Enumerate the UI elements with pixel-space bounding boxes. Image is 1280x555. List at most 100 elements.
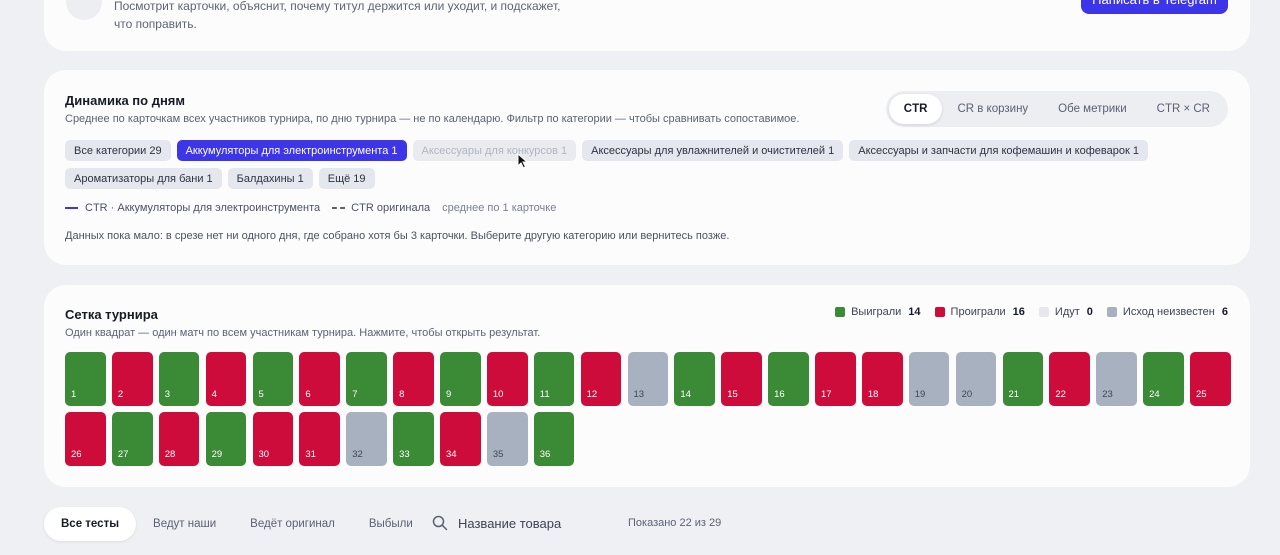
match-tile[interactable]: 14 <box>674 352 716 406</box>
match-tile[interactable]: 31 <box>299 412 341 466</box>
empty-data-note: Данных пока мало: в срезе нет ни одного … <box>65 230 730 242</box>
match-tile[interactable]: 6 <box>299 352 341 406</box>
match-tile[interactable]: 15 <box>721 352 762 406</box>
match-tile[interactable]: 8 <box>393 352 434 406</box>
match-tile[interactable]: 10 <box>486 352 528 406</box>
tab-ours-leading[interactable]: Ведут наши <box>136 507 233 541</box>
match-number: 21 <box>1008 389 1020 400</box>
match-tile[interactable]: 17 <box>815 352 856 406</box>
match-tile[interactable]: 4 <box>205 352 247 406</box>
solid-line-swatch <box>65 207 78 209</box>
grid-subtitle: Один квадрат — один матч по всем участни… <box>65 327 541 339</box>
category-chip: Аксессуары для конкурсов 1 <box>412 140 577 161</box>
status-label: Исход неизвестен <box>1122 306 1215 318</box>
category-chip[interactable]: Аккумуляторы для электроинструмента 1 <box>176 140 407 161</box>
match-number: 15 <box>727 389 738 400</box>
match-tile[interactable]: 24 <box>1143 352 1184 406</box>
metric-tab-ctr[interactable]: CTR <box>888 94 943 124</box>
match-number: 16 <box>774 389 785 400</box>
product-search <box>432 515 608 531</box>
match-number: 14 <box>680 389 691 400</box>
metric-switcher: CTR CR в корзину Обе метрики CTR × CR <box>885 91 1228 127</box>
match-tile[interactable]: 9 <box>440 352 481 406</box>
match-tile[interactable]: 28 <box>158 412 200 466</box>
match-number: 23 <box>1102 389 1113 400</box>
match-tile[interactable]: 27 <box>111 412 153 466</box>
status-count: 14 <box>908 306 921 318</box>
match-tile[interactable]: 2 <box>111 352 153 406</box>
match-number: 32 <box>352 449 363 460</box>
match-number: 33 <box>399 449 410 460</box>
match-tile[interactable]: 18 <box>861 352 903 406</box>
grid-title: Сетка турнира <box>65 307 158 322</box>
match-tile[interactable]: 7 <box>346 352 387 406</box>
status-count: 16 <box>1012 306 1025 318</box>
metric-tab-cr-cart[interactable]: CR в корзину <box>942 94 1043 124</box>
match-tile[interactable]: 19 <box>908 352 950 406</box>
match-tile[interactable]: 30 <box>252 412 294 466</box>
match-number: 36 <box>539 449 551 460</box>
match-number: 3 <box>164 389 171 400</box>
match-tile[interactable]: 32 <box>346 412 387 466</box>
match-number: 13 <box>633 389 645 400</box>
match-tile[interactable]: 13 <box>627 352 669 406</box>
match-tile[interactable]: 33 <box>393 412 434 466</box>
match-number: 11 <box>539 389 550 400</box>
search-input[interactable] <box>458 515 608 531</box>
match-tile[interactable]: 16 <box>768 352 809 406</box>
match-number: 2 <box>117 389 124 400</box>
dynamics-card: Динамика по дням Среднее по карточкам вс… <box>44 70 1250 265</box>
match-number: 30 <box>258 449 270 460</box>
status-swatch <box>1106 307 1117 317</box>
match-tile[interactable]: 3 <box>158 352 200 406</box>
status-count: 0 <box>1086 306 1093 318</box>
match-number: 26 <box>71 449 82 460</box>
match-tile[interactable]: 25 <box>1190 352 1231 406</box>
telegram-button[interactable]: Написать в Telegram <box>1081 0 1228 14</box>
match-tile[interactable]: 5 <box>252 352 294 406</box>
category-chip[interactable]: Балдахины 1 <box>227 168 313 189</box>
match-number: 12 <box>586 389 598 400</box>
status-legend: Выиграли 14 Проиграли 16 Идут 0 Исход неизвест… <box>835 306 1228 318</box>
match-number: 24 <box>1149 389 1160 400</box>
match-number: 18 <box>867 389 879 400</box>
status-count: 6 <box>1221 306 1228 318</box>
match-tile[interactable]: 35 <box>486 412 528 466</box>
match-tile[interactable]: 20 <box>955 352 997 406</box>
match-tile[interactable]: 34 <box>440 412 481 466</box>
match-number: 35 <box>492 449 504 460</box>
category-chip[interactable]: Ароматизаторы для бани 1 <box>65 168 222 189</box>
tab-eliminated[interactable]: Выбыли <box>352 507 430 541</box>
match-tile[interactable]: 23 <box>1096 352 1137 406</box>
match-tile[interactable]: 29 <box>205 412 247 466</box>
shown-count: Показано 22 из 29 <box>628 517 722 529</box>
match-tile[interactable]: 36 <box>533 412 575 466</box>
metric-tab-both[interactable]: Обе метрики <box>1043 94 1141 124</box>
status-label: Выиграли <box>851 306 902 318</box>
match-tile[interactable]: 12 <box>580 352 622 406</box>
match-tile[interactable]: 1 <box>65 352 106 406</box>
match-number: 34 <box>446 449 457 460</box>
status-legend-item: Проиграли 16 <box>934 306 1039 318</box>
match-number: 5 <box>258 389 264 400</box>
tab-all-tests[interactable]: Все тесты <box>44 507 137 541</box>
category-chip[interactable]: Аксессуары для увлажнителей и очистителе… <box>582 140 844 161</box>
status-legend-item: Исход неизвестен 6 <box>1106 306 1228 318</box>
assistant-description: Посмотрит карточки, объяснит, почему тит… <box>114 0 574 33</box>
match-tile[interactable]: 26 <box>65 412 106 466</box>
metric-tab-ctr-x-cr[interactable]: CTR × CR <box>1142 94 1225 124</box>
match-tile[interactable]: 21 <box>1002 352 1044 406</box>
category-chip[interactable]: Аксессуары и запчасти для кофемашин и ко… <box>849 140 1148 161</box>
legend-series-ctr: CTR · Аккумуляторы для электроинструмент… <box>85 202 321 214</box>
tab-original-leading[interactable]: Ведёт оригинал <box>233 507 352 541</box>
match-tile[interactable]: 22 <box>1049 352 1091 406</box>
match-tile[interactable]: 11 <box>533 352 575 406</box>
category-chip[interactable]: Ещё 19 <box>318 168 375 189</box>
assistant-avatar <box>66 0 102 20</box>
match-number: 27 <box>117 449 129 460</box>
status-swatch <box>1038 307 1049 317</box>
match-number: 20 <box>961 389 973 400</box>
category-chip[interactable]: Все категории 29 <box>65 140 171 161</box>
match-number: 22 <box>1055 389 1066 400</box>
chart-legend: CTR · Аккумуляторы для электроинструмент… <box>65 202 556 214</box>
